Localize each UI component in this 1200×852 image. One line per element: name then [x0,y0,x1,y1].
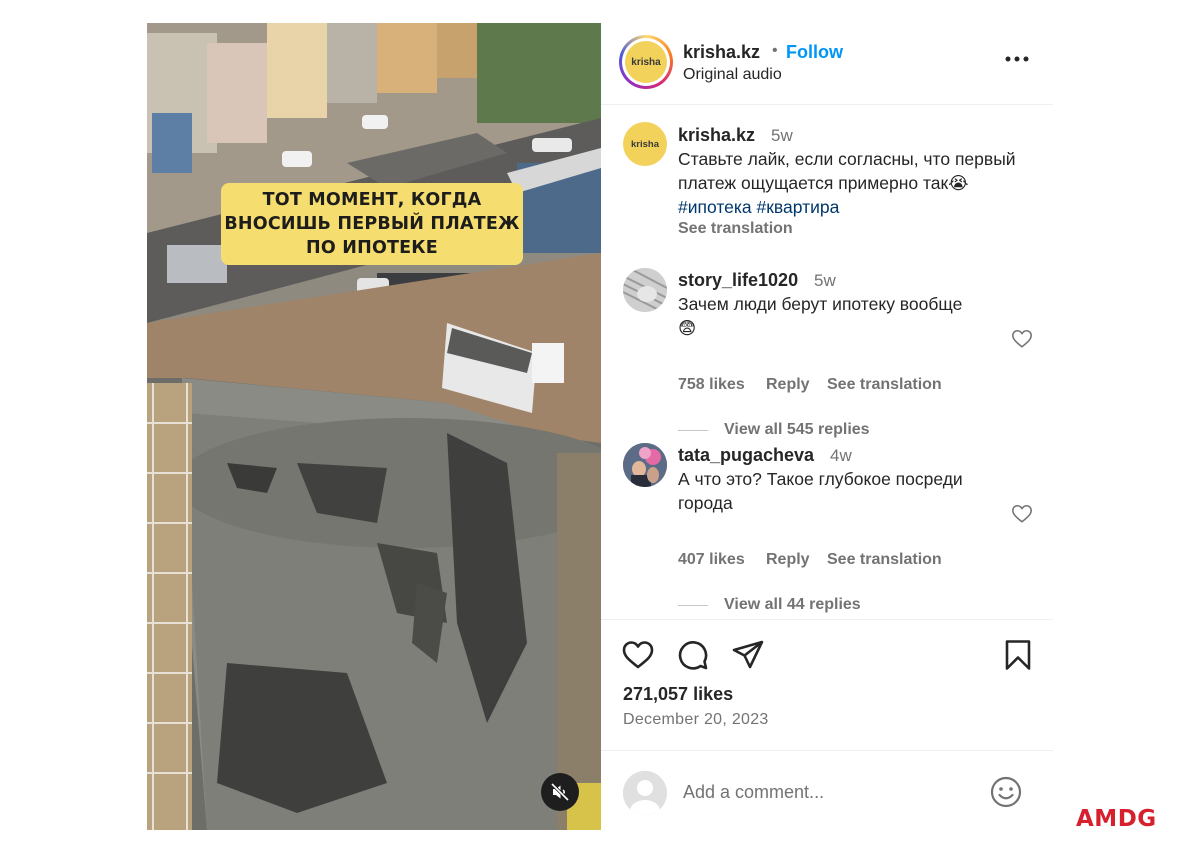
hashtag-kvartira[interactable]: #квартира [757,197,840,217]
author-avatar[interactable]: krisha [619,35,673,89]
post-date[interactable]: December 20, 2023 [623,711,769,729]
comment-icon[interactable] [676,638,710,672]
view-replies-button[interactable]: View all 44 replies [724,596,861,614]
comment-username[interactable]: story_life1020 [678,270,798,291]
caption-text: Ставьте лайк, если согласны, что первый … [678,149,1016,217]
video-frame [147,23,601,830]
comment-see-translation[interactable]: See translation [827,376,942,394]
mute-button[interactable] [541,773,579,811]
comment-reply-button[interactable]: Reply [766,376,810,394]
follow-button[interactable]: Follow [786,42,843,63]
video-caption: ТОТ МОМЕНТ, КОГДА ВНОСИШЬ ПЕРВЫЙ ПЛАТЕЖ … [221,183,523,265]
amdg-watermark: AMDG [1076,806,1157,832]
comment-time[interactable]: 4w [830,446,852,466]
bookmark-icon[interactable] [1001,638,1035,672]
default-avatar-icon [623,771,667,815]
comments-list[interactable]: krisha krisha.kz 5w Ставьте лайк, если с… [601,106,1053,619]
view-replies-button[interactable]: View all 545 replies [724,421,870,439]
comment-username[interactable]: tata_pugacheva [678,445,814,466]
comment-text: Зачем люди берут ипотеку вообще 😨 [678,294,963,338]
krisha-logo: krisha [625,41,667,83]
caption-see-translation[interactable]: See translation [678,220,793,238]
comment-see-translation[interactable]: See translation [827,551,942,569]
caption-username[interactable]: krisha.kz [678,125,755,146]
caption-line-3: ПО ИПОТЕКЕ [306,238,438,258]
caption-line-1: ТОТ МОМЕНТ, КОГДА [262,190,482,210]
comment-heart-icon[interactable] [1011,328,1033,350]
comment-reply-button[interactable]: Reply [766,551,810,569]
caption-time[interactable]: 5w [771,126,793,146]
emoji-icon[interactable] [989,775,1023,809]
speaker-muted-icon [550,782,570,802]
commenter-avatar[interactable] [623,443,667,487]
current-user-avatar [623,771,667,815]
commenter-avatar[interactable] [623,268,667,312]
post-video[interactable]: ТОТ МОМЕНТ, КОГДА ВНОСИШЬ ПЕРВЫЙ ПЛАТЕЖ … [147,23,601,830]
more-horizontal-icon[interactable] [1003,49,1031,69]
comment-heart-icon[interactable] [1011,503,1033,525]
caption-author-avatar[interactable]: krisha [623,122,667,166]
heart-icon[interactable] [621,638,655,672]
avatar-image [623,268,667,312]
header-separator: • [772,42,778,59]
comment-text: А что это? Такое глубокое посреди города [678,469,963,513]
add-comment-row [601,750,1053,831]
original-audio-link[interactable]: Original audio [683,66,782,84]
hashtag-ipoteka[interactable]: #ипотека [678,197,752,217]
post-likes-count[interactable]: 271,057 likes [623,684,733,705]
author-username[interactable]: krisha.kz [683,42,760,63]
caption-line-2: ВНОСИШЬ ПЕРВЫЙ ПЛАТЕЖ [224,214,520,234]
replies-divider [678,605,708,606]
comment-likes[interactable]: 407 likes [678,551,745,569]
comment-likes[interactable]: 758 likes [678,376,745,394]
replies-divider [678,430,708,431]
add-comment-input[interactable] [683,777,973,807]
share-icon[interactable] [731,638,765,672]
post-actions: 271,057 likes December 20, 2023 [601,619,1053,830]
avatar-image [623,443,667,487]
post-side-panel: krisha krisha.kz • Follow Original audio… [601,23,1053,830]
post-header: krisha krisha.kz • Follow Original audio [601,23,1053,105]
comment-time[interactable]: 5w [814,271,836,291]
